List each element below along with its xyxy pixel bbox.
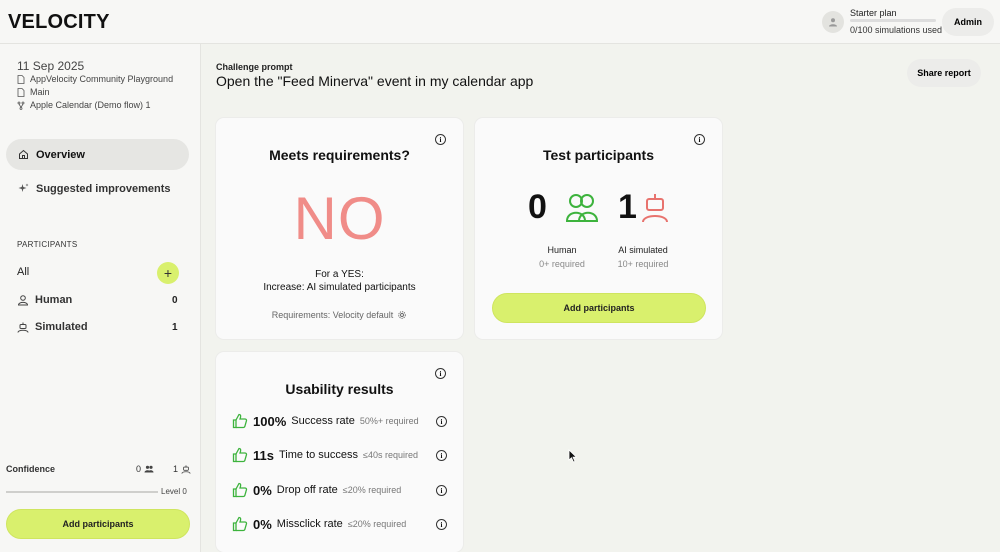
info-icon[interactable]: i (436, 519, 447, 530)
participants-human[interactable]: Human (17, 294, 72, 306)
nav-suggested-improvements[interactable]: Suggested improvements (6, 173, 189, 204)
challenge-prompt-text: Open the "Feed Minerva" event in my cale… (216, 73, 534, 89)
participants-human-label: Human (35, 294, 73, 306)
metric-name: Time to success (278, 449, 359, 461)
gear-icon (398, 311, 407, 319)
breadcrumb-org-label: AppVelocity Community Playground (30, 74, 174, 84)
robot-icon (181, 464, 191, 474)
plan-usage-bar (850, 19, 936, 22)
nav-suggested-improvements-label: Suggested improvements (36, 182, 171, 195)
confidence-level: Level 0 (161, 487, 187, 496)
human-required: 0+ required (539, 259, 585, 269)
breadcrumb-org[interactable]: AppVelocity Community Playground (17, 74, 173, 84)
requirements-setting[interactable]: Requirements: Velocity default (216, 310, 463, 320)
confidence-simulated: 1 (173, 464, 191, 474)
metric-required: 50%+ required (359, 416, 419, 426)
nav-overview-label: Overview (36, 148, 85, 161)
metric-value: 11s (253, 447, 274, 463)
breadcrumb-flow[interactable]: Apple Calendar (Demo flow) 1 (17, 100, 151, 110)
admin-button[interactable]: Admin (942, 8, 994, 36)
info-icon[interactable]: i (694, 134, 705, 145)
participants-simulated-count: 1 (172, 322, 178, 333)
confidence-bar (6, 491, 158, 493)
info-icon[interactable]: i (435, 368, 446, 379)
breadcrumb-branch-label: Main (30, 87, 50, 97)
participants-human-count: 0 (172, 295, 178, 306)
human-label: Human (547, 245, 577, 255)
metric-value: 0% (253, 482, 272, 498)
top-header: VELOCITY Starter plan 0/100 simulations … (0, 0, 1000, 44)
flow-icon (17, 101, 25, 110)
report-date: 11 Sep 2025 (17, 59, 85, 73)
mouse-cursor-icon (568, 449, 578, 463)
app-logo[interactable]: VELOCITY (8, 11, 110, 34)
breadcrumb-branch[interactable]: Main (17, 87, 50, 97)
ai-label: AI simulated (618, 245, 668, 255)
confidence-human: 0 (136, 464, 154, 474)
nav-overview[interactable]: Overview (6, 139, 189, 170)
metric-name: Success rate (291, 415, 355, 427)
metric-required: ≤20% required (342, 485, 402, 495)
file-icon (17, 74, 25, 84)
participants-section-title: PARTICIPANTS (17, 240, 78, 249)
metric-required: ≤40s required (363, 450, 419, 460)
requirements-card: i Meets requirements? NO For a YES: Incr… (216, 118, 463, 339)
thumbs-up-icon (232, 413, 248, 429)
sidebar: 11 Sep 2025 AppVelocity Community Playgr… (0, 44, 201, 552)
add-participant-button[interactable]: + (157, 262, 179, 284)
participants-all[interactable]: All (17, 266, 29, 278)
ai-robot-icon (642, 194, 668, 223)
file-icon (17, 87, 25, 97)
participants-card-title: Test participants (543, 147, 654, 163)
confidence-human-count: 0 (136, 464, 142, 474)
human-count: 0 (528, 188, 547, 226)
thumbs-up-icon (232, 516, 248, 532)
confidence-label: Confidence (6, 464, 56, 474)
info-icon[interactable]: i (435, 134, 446, 145)
participants-card: i Test participants 0 1 Human 0+ require… (475, 118, 722, 339)
metric-time-to-success: 11s Time to success ≤40s required (232, 445, 452, 465)
metric-drop-off-rate: 0% Drop off rate ≤20% required (232, 480, 452, 500)
usability-card-title: Usability results (285, 381, 394, 397)
requirements-card-title: Meets requirements? (269, 147, 410, 163)
challenge-prompt-label: Challenge prompt (216, 62, 293, 72)
requirements-setting-label: Requirements: Velocity default (271, 310, 394, 320)
metric-success-rate: 100% Success rate 50%+ required (232, 411, 452, 431)
metric-name: Missclick rate (276, 518, 343, 530)
add-participants-button[interactable]: Add participants (492, 293, 706, 323)
share-report-button[interactable]: Share report (907, 59, 981, 87)
info-icon[interactable]: i (436, 416, 447, 427)
users-icon (144, 465, 154, 473)
participants-simulated[interactable]: Simulated (17, 321, 88, 333)
breadcrumb-flow-label: Apple Calendar (Demo flow) 1 (30, 100, 151, 110)
ai-required: 10+ required (617, 259, 669, 269)
participants-simulated-label: Simulated (35, 321, 88, 333)
metric-required: ≤20% required (347, 519, 407, 529)
ai-count: 1 (618, 188, 637, 226)
sparkle-icon (18, 183, 29, 192)
yes-hint-title: For a YES: (315, 269, 364, 280)
info-icon[interactable]: i (436, 485, 447, 496)
plan-avatar-icon[interactable] (822, 11, 844, 33)
home-icon (19, 149, 28, 159)
usability-card: i Usability results 100% Success rate 50… (216, 352, 463, 552)
user-icon (17, 294, 29, 305)
requirements-result: NO (293, 185, 386, 252)
robot-icon (17, 322, 29, 333)
plan-name: Starter plan (850, 8, 897, 18)
metric-value: 0% (253, 516, 272, 532)
metric-name: Drop off rate (276, 484, 338, 496)
thumbs-up-icon (232, 482, 248, 498)
sidebar-add-participants-button[interactable]: Add participants (6, 509, 190, 539)
thumbs-up-icon (232, 447, 248, 463)
metric-value: 100% (253, 413, 287, 429)
confidence-simulated-count: 1 (173, 464, 179, 474)
info-icon[interactable]: i (436, 450, 447, 461)
human-users-icon (565, 194, 599, 222)
yes-hint-detail: Increase: AI simulated participants (263, 282, 416, 293)
metric-missclick-rate: 0% Missclick rate ≤20% required (232, 514, 452, 534)
plan-usage-text: 0/100 simulations used (850, 25, 943, 35)
